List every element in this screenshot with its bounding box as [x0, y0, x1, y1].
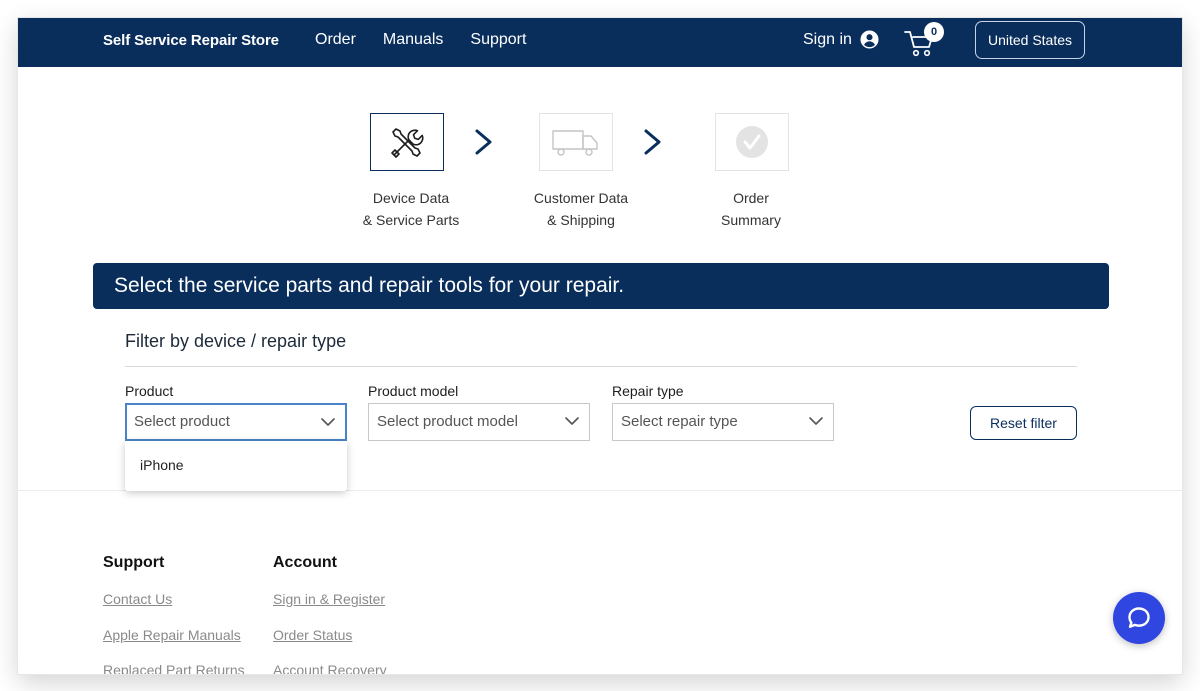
footer-link-order-status[interactable]: Order Status [273, 627, 352, 643]
footer-support-heading: Support [103, 554, 165, 571]
dropdown-option-iphone[interactable]: iPhone [140, 457, 184, 473]
step-order-summary-box [715, 113, 789, 171]
repair-type-label: Repair type [612, 383, 684, 399]
cart-count-badge: 0 [924, 22, 944, 42]
repair-type-select-value: Select repair type [621, 413, 738, 430]
step-device-data-label: Device Data & Service Parts [343, 187, 479, 231]
footer-link-account-recovery[interactable]: Account Recovery [273, 662, 387, 674]
store-brand-link[interactable]: Self Service Repair Store [103, 32, 279, 49]
step-2-line1: Customer Data [533, 190, 629, 206]
chevron-down-icon [321, 418, 335, 426]
user-account-icon [860, 30, 879, 49]
product-model-select[interactable]: Select product model [368, 403, 590, 441]
browser-frame: Self Service Repair Store Order Manuals … [18, 18, 1182, 674]
product-model-select-value: Select product model [377, 413, 518, 430]
chevron-down-icon [565, 417, 579, 425]
step-customer-data-box [539, 113, 613, 171]
product-label: Product [125, 383, 174, 399]
product-select[interactable]: Select product [125, 403, 347, 441]
step-order-summary-label: Order Summary [701, 187, 801, 231]
product-select-value: Select product [134, 413, 230, 430]
nav-support-link[interactable]: Support [470, 31, 526, 49]
footer-link-part-returns[interactable]: Replaced Part Returns [103, 662, 245, 674]
section-banner: Select the service parts and repair tool… [93, 263, 1109, 309]
footer-link-repair-manuals[interactable]: Apple Repair Manuals [103, 627, 241, 643]
footer-account-heading: Account [273, 554, 337, 571]
step-1-line2: & Service Parts [362, 212, 460, 228]
step-3-line1: Order [733, 190, 769, 206]
chat-bubble-icon [1128, 607, 1150, 628]
filter-divider [125, 366, 1077, 367]
repair-type-select[interactable]: Select repair type [612, 403, 834, 441]
top-navigation-bar: Self Service Repair Store Order Manuals … [18, 18, 1182, 67]
step-arrow-1-icon [475, 129, 492, 155]
nav-order-link[interactable]: Order [315, 31, 356, 49]
reset-filter-button[interactable]: Reset filter [970, 406, 1077, 440]
step-customer-data-label: Customer Data & Shipping [511, 187, 651, 231]
step-1-line1: Device Data [372, 190, 450, 206]
check-icon [736, 126, 768, 158]
main-nav: Order Manuals Support [315, 31, 526, 49]
chat-launcher-button[interactable] [1113, 592, 1165, 644]
signin-button[interactable]: Sign in [803, 30, 879, 49]
step-device-data-box [370, 113, 444, 171]
product-dropdown-menu: iPhone [125, 441, 347, 491]
step-arrow-2-icon [644, 129, 661, 155]
signin-label: Sign in [803, 30, 852, 48]
nav-manuals-link[interactable]: Manuals [383, 31, 443, 49]
footer-link-signin-register[interactable]: Sign in & Register [273, 591, 385, 607]
chevron-down-icon [809, 417, 823, 425]
product-model-label: Product model [368, 383, 459, 399]
truck-icon [552, 130, 598, 156]
country-selector-button[interactable]: United States [975, 21, 1085, 59]
filter-title: Filter by device / repair type [125, 331, 347, 351]
footer-link-contact-us[interactable]: Contact Us [103, 591, 172, 607]
step-2-line2: & Shipping [547, 212, 615, 228]
step-3-line2: Summary [721, 212, 781, 228]
cart-button[interactable]: 0 [904, 22, 944, 60]
tools-icon [391, 128, 424, 158]
